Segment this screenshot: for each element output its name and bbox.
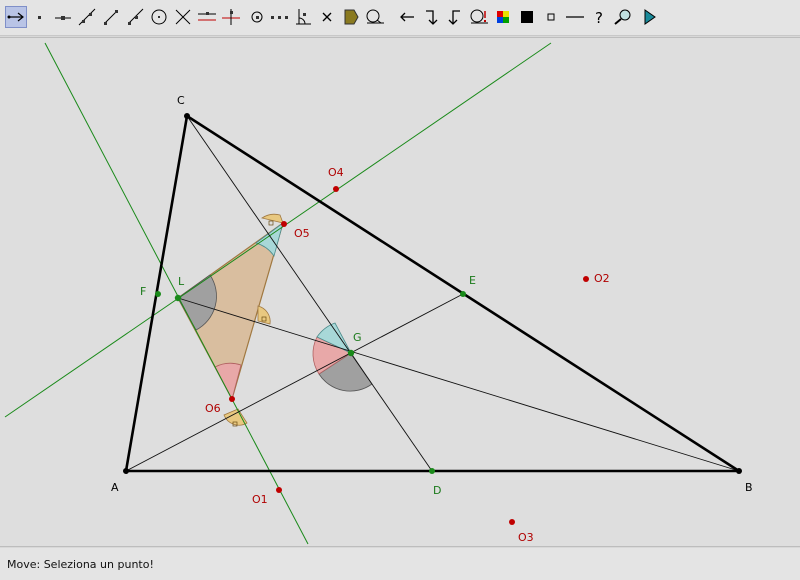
point-g[interactable] (347, 349, 355, 357)
point-on-line-tool-button[interactable] (52, 6, 74, 28)
status-bar: Move: Seleziona un punto! (0, 548, 800, 580)
right-angle-o5 (261, 213, 284, 224)
label-o4: O4 (328, 166, 344, 179)
label-o5: O5 (294, 227, 310, 240)
label-c: C (177, 94, 185, 107)
text-tool-icon (366, 9, 384, 24)
polygon-fill-tool-icon (344, 9, 359, 25)
center-tool-button[interactable] (246, 6, 268, 28)
point-o2[interactable] (583, 276, 589, 282)
undo-tool-button[interactable] (396, 6, 418, 28)
point-style-tool-button[interactable] (540, 6, 562, 28)
angle-sector-o6 (214, 362, 242, 401)
delete-tool-icon (322, 12, 332, 22)
polygon-fill-tool-button[interactable] (340, 6, 362, 28)
label-o1: O1 (252, 493, 268, 506)
right-angle-o5-mark (268, 220, 274, 226)
green-line-perpendicular[interactable] (44, 42, 309, 545)
angle-tool-button[interactable] (292, 6, 314, 28)
ray-tool-button[interactable] (124, 6, 146, 28)
point-o1[interactable] (276, 487, 282, 493)
macro-tool-icon (470, 9, 488, 24)
point-c[interactable] (184, 113, 190, 119)
parallel-tool-icon (198, 12, 216, 21)
green-line-parallel[interactable] (4, 42, 552, 418)
label-g: G (353, 331, 362, 344)
point-o5[interactable] (281, 221, 287, 227)
label-d: D (433, 484, 441, 497)
point-o3[interactable] (509, 519, 515, 525)
right-angle-o6 (223, 408, 248, 426)
perpendicular-tool-button[interactable] (220, 6, 242, 28)
color-tool-icon (497, 11, 509, 23)
text-tool-button[interactable] (364, 6, 386, 28)
intersection-tool-button[interactable] (172, 6, 194, 28)
point-e[interactable] (460, 291, 466, 297)
label-o6: O6 (205, 402, 221, 415)
move-tool-button[interactable] (5, 6, 27, 28)
label-o2: O2 (594, 272, 610, 285)
label-a: A (111, 481, 119, 494)
point-tool-button[interactable] (28, 6, 50, 28)
line-style-tool-button[interactable] (564, 6, 586, 28)
zoom-tool-icon (614, 9, 631, 25)
line-tool-icon (78, 8, 96, 26)
fill-tool-button[interactable] (516, 6, 538, 28)
label-o3: O3 (518, 531, 534, 544)
geometry-app-window: ? A B C D E F G L O1 O2 O3 O4 O5 O6 Move… (0, 0, 800, 580)
perpendicular-tool-icon (222, 9, 240, 25)
macro-tool-button[interactable] (468, 6, 490, 28)
intersection-tool-icon (175, 9, 191, 25)
back-tool-button[interactable] (444, 6, 466, 28)
circle-tool-icon (151, 9, 167, 25)
point-o4[interactable] (333, 186, 339, 192)
point-b[interactable] (736, 468, 742, 474)
undo-tool-icon (400, 12, 414, 22)
cevian-b-l[interactable] (177, 297, 740, 472)
line-style-tool-icon (566, 16, 584, 18)
point-f[interactable] (155, 291, 161, 297)
segment-tool-button[interactable] (100, 6, 122, 28)
color-tool-button[interactable] (492, 6, 514, 28)
cevian-a-e[interactable] (125, 293, 464, 472)
label-f: F (140, 285, 146, 298)
label-b: B (745, 481, 753, 494)
segment-tool-icon (104, 10, 118, 25)
angle-tool-icon (296, 9, 311, 25)
status-text: Move: Seleziona un punto! (7, 557, 154, 571)
help-tool-icon: ? (595, 9, 603, 26)
toolbar: ? (0, 0, 800, 36)
move-tool-icon (7, 12, 24, 22)
point-o6[interactable] (229, 396, 235, 402)
point-tool-icon (38, 16, 41, 19)
circle-tool-button[interactable] (148, 6, 170, 28)
point-style-tool-icon (547, 13, 555, 21)
drawing-canvas[interactable]: A B C D E F G L O1 O2 O3 O4 O5 O6 (0, 37, 800, 547)
label-l: L (178, 275, 185, 288)
midpoint-tool-button[interactable] (268, 6, 290, 28)
geometry-drawing[interactable]: A B C D E F G L O1 O2 O3 O4 O5 O6 (0, 38, 800, 546)
ray-tool-icon (128, 8, 144, 25)
point-d[interactable] (429, 468, 435, 474)
center-tool-icon (251, 11, 263, 23)
back-tool-icon (448, 10, 460, 25)
animation-tool-icon (644, 9, 656, 25)
delete-tool-button[interactable] (316, 6, 338, 28)
animation-tool-button[interactable] (638, 6, 660, 28)
redo-tool-icon (426, 10, 438, 25)
point-l[interactable] (174, 294, 182, 302)
redo-tool-button[interactable] (420, 6, 442, 28)
help-tool-button[interactable]: ? (588, 6, 610, 28)
parallel-tool-button[interactable] (196, 6, 218, 28)
svg-text:?: ? (595, 9, 603, 26)
line-tool-button[interactable] (76, 6, 98, 28)
point-a[interactable] (123, 468, 129, 474)
zoom-tool-button[interactable] (612, 6, 634, 28)
fill-tool-icon (521, 11, 533, 23)
midpoint-tool-icon (271, 16, 288, 19)
label-e: E (469, 274, 476, 287)
point-on-line-tool-icon (55, 16, 71, 20)
